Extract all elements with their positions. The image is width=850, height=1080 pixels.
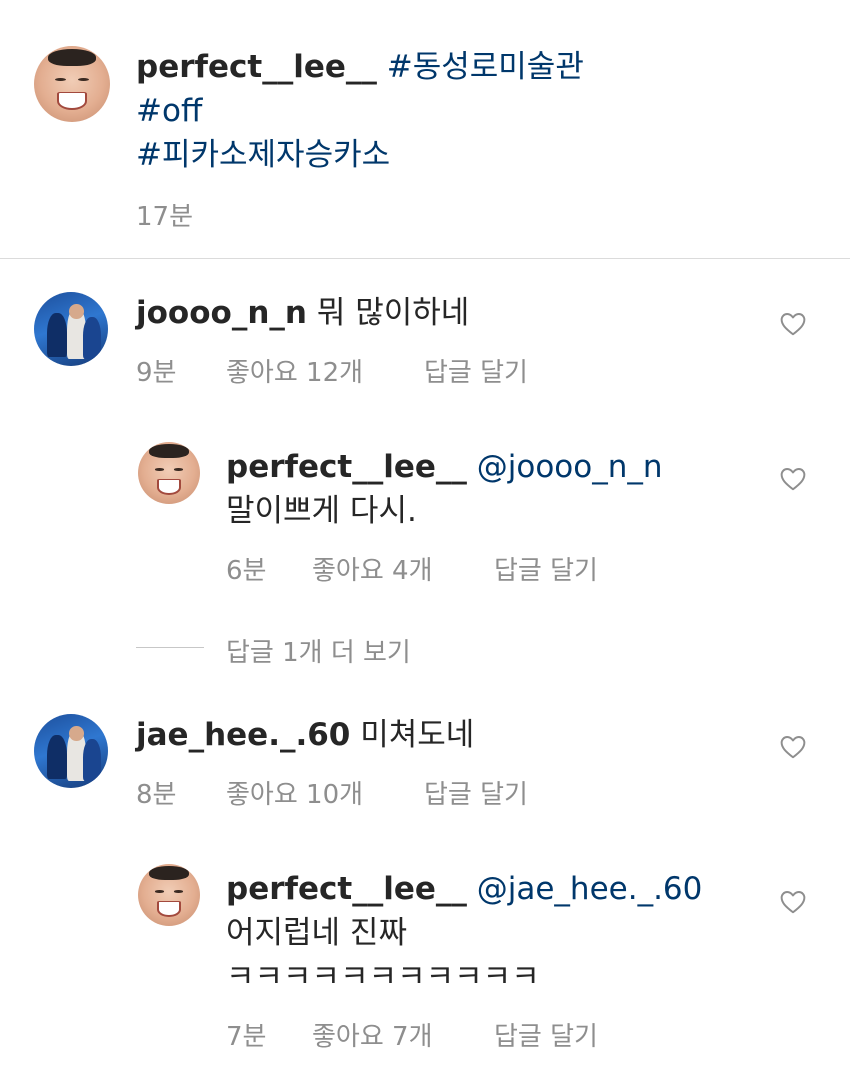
comment-avatar[interactable] <box>34 292 108 366</box>
reply-line-1: perfect__lee__ @jae_hee._.60 <box>226 868 702 910</box>
reply-likes[interactable]: 좋아요 7개 <box>312 1016 433 1053</box>
caption-username[interactable]: perfect__lee__ <box>136 49 377 85</box>
comment-username[interactable]: joooo_n_n <box>136 295 307 331</box>
heart-outline-icon[interactable] <box>780 312 806 336</box>
reply-likes[interactable]: 좋아요 4개 <box>312 550 433 587</box>
mention-link[interactable]: @jae_hee._.60 <box>477 871 703 907</box>
reply-button[interactable]: 답글 달기 <box>424 774 528 811</box>
caption-avatar[interactable] <box>34 46 110 122</box>
reply-avatar[interactable] <box>138 864 200 926</box>
comment-body: joooo_n_n 뭐 많이하네 <box>136 292 469 334</box>
reply-avatar[interactable] <box>138 442 200 504</box>
comment-time: 9분 <box>136 358 177 388</box>
reply-text: ㅋㅋㅋㅋㅋㅋㅋㅋㅋㅋㅋ <box>226 959 540 995</box>
hashtag-link[interactable]: #피카소제자승카소 <box>136 134 390 176</box>
caption-line-1: perfect__lee__ #동성로미술관 <box>136 46 584 88</box>
comment-body: jae_hee._.60 미쳐도네 <box>136 714 474 756</box>
comment-time: 8분 <box>136 780 177 810</box>
reply-button[interactable]: 답글 달기 <box>424 352 528 389</box>
heart-outline-icon[interactable] <box>780 735 806 759</box>
heart-outline-icon[interactable] <box>780 467 806 491</box>
comment-likes[interactable]: 좋아요 12개 <box>226 352 363 389</box>
reply-time: 6분 <box>226 556 267 586</box>
caption-divider <box>0 258 850 259</box>
view-more-line <box>136 647 204 648</box>
reply-text: 말이쁘게 다시. <box>226 493 417 529</box>
comment-username[interactable]: jae_hee._.60 <box>136 717 350 753</box>
reply-button[interactable]: 답글 달기 <box>494 550 598 587</box>
hashtag-link[interactable]: #동성로미술관 <box>387 49 584 85</box>
reply-text: 어지럽네 진짜 <box>226 915 407 951</box>
caption-time: 17분 <box>136 202 194 232</box>
comment-avatar[interactable] <box>34 714 108 788</box>
reply-username[interactable]: perfect__lee__ <box>226 449 467 485</box>
view-more-label[interactable]: 답글 1개 더 보기 <box>226 632 411 669</box>
reply-time: 7분 <box>226 1022 267 1052</box>
comment-text: 뭐 많이하네 <box>316 295 470 331</box>
reply-line-1: perfect__lee__ @joooo_n_n <box>226 446 663 488</box>
comment-likes[interactable]: 좋아요 10개 <box>226 774 363 811</box>
reply-username[interactable]: perfect__lee__ <box>226 871 467 907</box>
heart-outline-icon[interactable] <box>780 890 806 914</box>
comment-text: 미쳐도네 <box>360 717 475 753</box>
hashtag-link[interactable]: #off <box>136 90 202 132</box>
reply-button[interactable]: 답글 달기 <box>494 1016 598 1053</box>
mention-link[interactable]: @joooo_n_n <box>477 449 663 485</box>
